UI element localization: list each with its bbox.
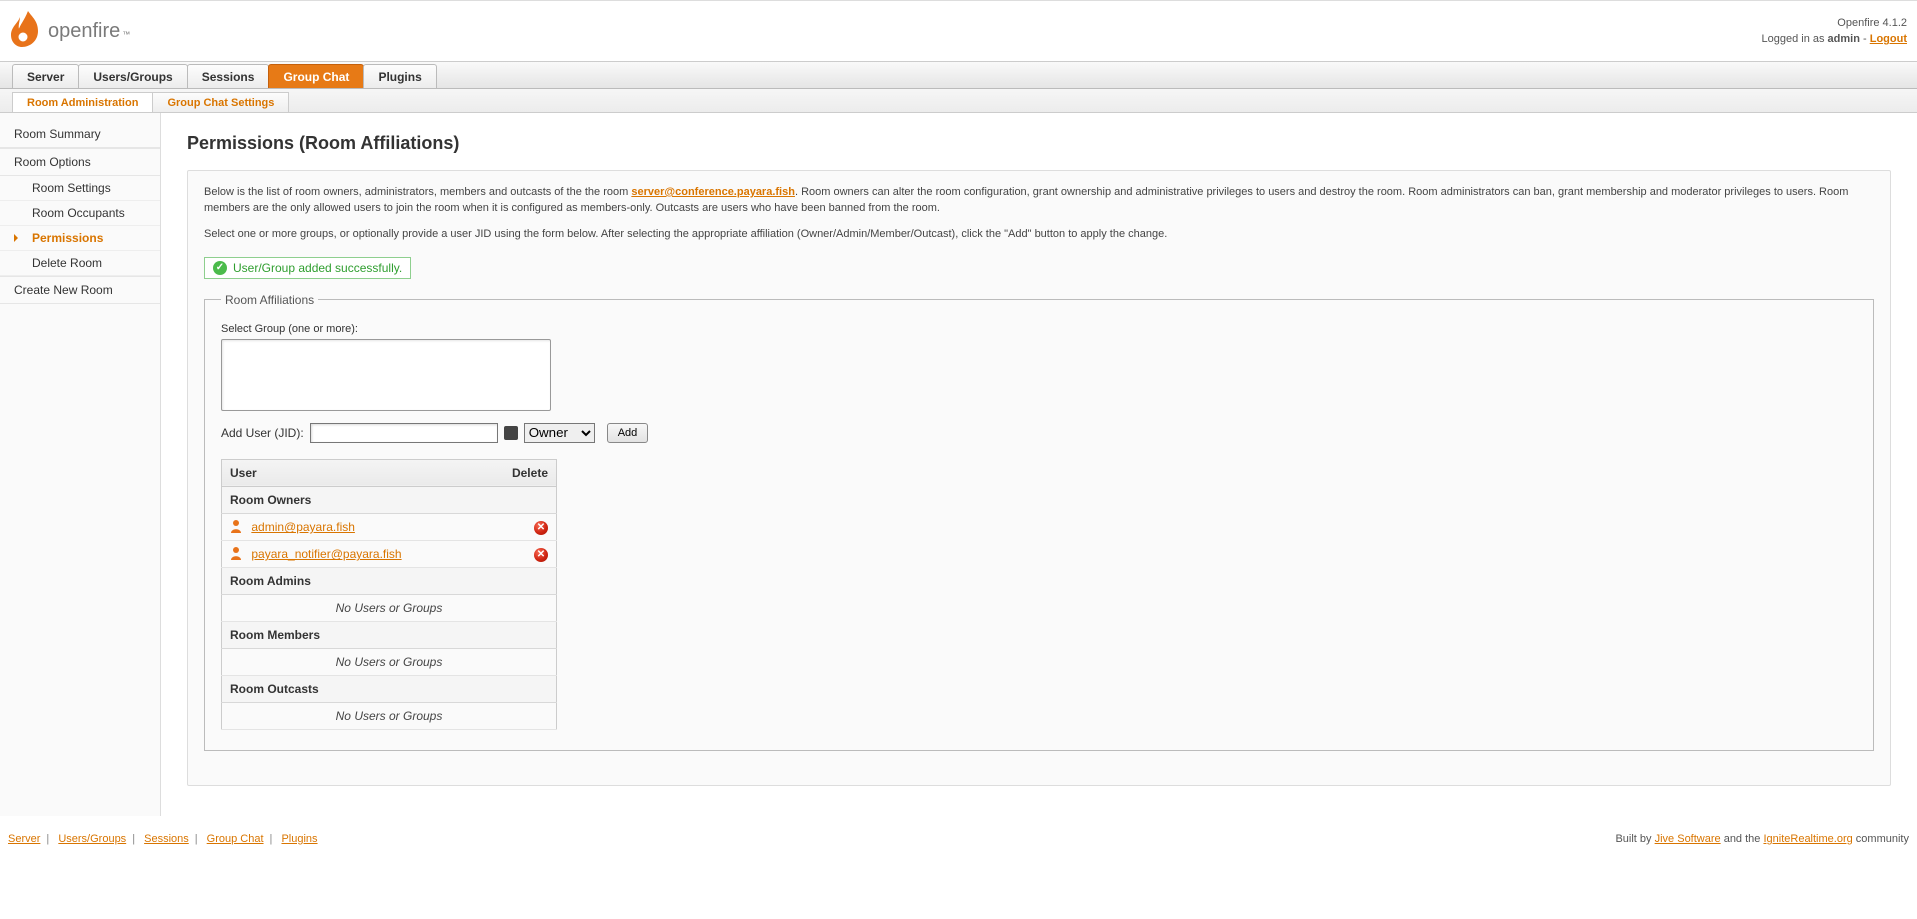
success-message: ✓ User/Group added successfully. (204, 257, 411, 279)
col-user: User (222, 459, 484, 486)
user-picker-icon[interactable] (504, 426, 518, 440)
footer-link-group-chat[interactable]: Group Chat (207, 833, 264, 845)
page-body: Room Summary Room Options Room Settings … (0, 113, 1917, 816)
logo: openfire™ (8, 11, 130, 51)
subtab-group-chat-settings[interactable]: Group Chat Settings (152, 92, 289, 112)
owner-link-1[interactable]: payara_notifier@payara.fish (251, 547, 401, 561)
footer-nav: Server| Users/Groups| Sessions| Group Ch… (8, 833, 318, 845)
success-text: User/Group added successfully. (233, 261, 402, 275)
add-user-label: Add User (JID): (221, 426, 304, 440)
sidebar-item-permissions[interactable]: Permissions (0, 226, 160, 251)
product-name: openfire™ (48, 20, 130, 43)
main-tab-bar: Server Users/Groups Sessions Group Chat … (0, 62, 1917, 89)
page-title: Permissions (Room Affiliations) (187, 133, 1891, 154)
user-icon (230, 519, 242, 533)
delete-icon[interactable]: ✕ (534, 521, 548, 535)
affiliations-table: User Delete Room Owners admin@payara.fis… (221, 459, 557, 730)
jive-link[interactable]: Jive Software (1655, 833, 1721, 845)
footer-credit: Built by Jive Software and the IgniteRea… (1615, 833, 1909, 845)
empty-row-members: No Users or Groups (222, 648, 557, 675)
sidebar-item-room-options[interactable]: Room Options (0, 148, 160, 176)
sub-tab-bar: Room Administration Group Chat Settings (0, 89, 1917, 113)
sidebar-item-delete-room[interactable]: Delete Room (0, 251, 160, 276)
sidebar-item-room-settings[interactable]: Room Settings (0, 176, 160, 201)
affiliations-fieldset: Room Affiliations Select Group (one or m… (204, 293, 1874, 751)
ignite-link[interactable]: IgniteRealtime.org (1763, 833, 1852, 845)
tab-group-chat[interactable]: Group Chat (268, 64, 364, 88)
footer-link-sessions[interactable]: Sessions (144, 833, 189, 845)
header-status: Openfire 4.1.2 Logged in as admin - Logo… (1761, 15, 1907, 48)
add-button[interactable]: Add (607, 423, 649, 443)
subtab-room-administration[interactable]: Room Administration (12, 92, 153, 112)
group-select[interactable] (221, 339, 551, 411)
logout-link[interactable]: Logout (1870, 33, 1907, 45)
delete-icon[interactable]: ✕ (534, 548, 548, 562)
tab-plugins[interactable]: Plugins (363, 64, 436, 88)
sidebar: Room Summary Room Options Room Settings … (0, 113, 161, 816)
footer-link-server[interactable]: Server (8, 833, 40, 845)
add-user-row: Add User (JID): Owner Admin Member Outca… (221, 423, 1857, 443)
intro-paragraph-2: Select one or more groups, or optionally… (204, 227, 1874, 243)
owner-link-0[interactable]: admin@payara.fish (251, 520, 355, 534)
empty-row-outcasts: No Users or Groups (222, 702, 557, 729)
footer-link-users-groups[interactable]: Users/Groups (58, 833, 126, 845)
fieldset-legend: Room Affiliations (221, 293, 318, 307)
version-text: Openfire 4.1.2 (1761, 15, 1907, 32)
footer-link-plugins[interactable]: Plugins (281, 833, 317, 845)
table-row: admin@payara.fish ✕ (222, 513, 557, 540)
room-jid-link[interactable]: server@conference.payara.fish (631, 186, 795, 198)
section-outcasts: Room Outcasts (222, 675, 557, 702)
sidebar-item-room-summary[interactable]: Room Summary (0, 121, 160, 148)
login-status: Logged in as admin - Logout (1761, 31, 1907, 48)
content-area: Permissions (Room Affiliations) Below is… (161, 113, 1917, 816)
section-admins: Room Admins (222, 567, 557, 594)
flame-icon (8, 11, 44, 51)
main-panel: Below is the list of room owners, admini… (187, 170, 1891, 786)
section-owners: Room Owners (222, 486, 557, 513)
col-delete: Delete (483, 459, 556, 486)
header-bar: openfire™ Openfire 4.1.2 Logged in as ad… (0, 0, 1917, 62)
tab-users-groups[interactable]: Users/Groups (78, 64, 187, 88)
affiliation-select[interactable]: Owner Admin Member Outcast (524, 423, 595, 443)
footer: Server| Users/Groups| Sessions| Group Ch… (0, 816, 1917, 855)
section-members: Room Members (222, 621, 557, 648)
user-icon (230, 546, 242, 560)
check-icon: ✓ (213, 261, 227, 275)
sidebar-item-room-occupants[interactable]: Room Occupants (0, 201, 160, 226)
sidebar-item-create-new-room[interactable]: Create New Room (0, 276, 160, 304)
empty-row-admins: No Users or Groups (222, 594, 557, 621)
current-user: admin (1828, 33, 1860, 45)
table-row: payara_notifier@payara.fish ✕ (222, 540, 557, 567)
intro-paragraph-1: Below is the list of room owners, admini… (204, 185, 1874, 217)
tab-sessions[interactable]: Sessions (187, 64, 270, 88)
select-group-label: Select Group (one or more): (221, 323, 1857, 335)
jid-input[interactable] (310, 423, 498, 443)
tab-server[interactable]: Server (12, 64, 79, 88)
